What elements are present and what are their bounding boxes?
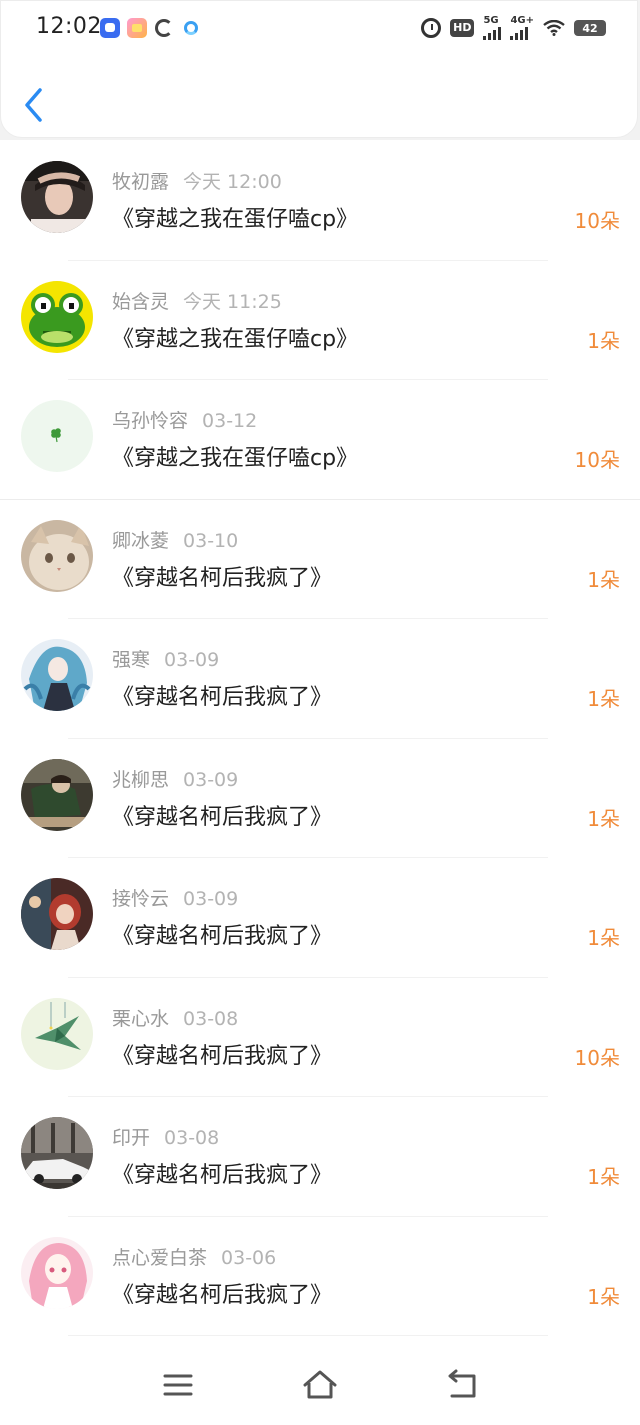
- signal-4g-icon: 4G+: [510, 16, 534, 40]
- book-title: 《穿越之我在蛋仔嗑cp》: [112, 207, 359, 232]
- record-date: 03-09: [183, 768, 239, 791]
- list-item[interactable]: 卿冰菱 03-10 《穿越名柯后我疯了》 1朵: [0, 500, 640, 619]
- user-avatar[interactable]: [21, 1117, 93, 1189]
- user-avatar[interactable]: [21, 997, 93, 1070]
- network-4g-label: 4G+: [510, 15, 534, 26]
- flower-amount: 1朵: [587, 1284, 620, 1309]
- flower-amount: 1朵: [587, 687, 620, 711]
- user-name: 强寒: [112, 649, 151, 671]
- book-title: 《穿越名柯后我疯了》: [112, 924, 333, 949]
- status-time: 12:02: [36, 14, 102, 39]
- book-title: 《穿越之我在蛋仔嗑cp》: [112, 446, 359, 471]
- status-bar: 12:02 HD 5G 4G+ 42: [0, 0, 640, 56]
- book-title: 《穿越名柯后我疯了》: [112, 1043, 333, 1069]
- flower-amount: 1朵: [587, 806, 620, 831]
- red-hair-avatar-icon: [21, 878, 93, 950]
- user-name: 卿冰菱: [112, 529, 170, 552]
- user-name: 乌孙怜容: [112, 410, 189, 432]
- record-date: 03-08: [164, 1127, 220, 1149]
- record-date: 03-09: [183, 888, 239, 910]
- flower-amount: 1朵: [587, 328, 620, 353]
- user-avatar[interactable]: [21, 639, 93, 711]
- cat-avatar-icon: [21, 519, 93, 592]
- book-title: 《穿越名柯后我疯了》: [112, 1163, 333, 1188]
- user-avatar[interactable]: [21, 1236, 93, 1309]
- record-date: 03-10: [183, 529, 239, 552]
- user-name: 印开: [112, 1127, 151, 1149]
- frog-avatar-icon: [21, 280, 93, 353]
- book-title: 《穿越之我在蛋仔嗑cp》: [112, 326, 359, 352]
- battery-icon: 42: [574, 20, 606, 36]
- pink-anime-avatar-icon: [21, 1236, 93, 1309]
- user-avatar[interactable]: [21, 878, 93, 950]
- record-date: 03-08: [183, 1007, 239, 1030]
- system-navigation-bar: [0, 1345, 640, 1425]
- list-item[interactable]: 印开 03-08 《穿越名柯后我疯了》 1朵: [0, 1097, 640, 1217]
- clover-avatar-icon: [21, 400, 93, 472]
- anime-girl-avatar-icon: [21, 639, 93, 711]
- list-item[interactable]: 强寒 03-09 《穿越名柯后我疯了》 1朵: [0, 619, 640, 739]
- menu-icon[interactable]: [158, 1367, 198, 1403]
- alarm-icon: [421, 18, 442, 38]
- return-icon[interactable]: [442, 1367, 482, 1403]
- user-avatar[interactable]: [21, 280, 93, 353]
- user-avatar[interactable]: [21, 161, 93, 233]
- hd-icon: HD: [450, 19, 475, 37]
- list-item[interactable]: 点心爱白茶 03-06 《穿越名柯后我疯了》 1朵: [0, 1217, 640, 1336]
- book-title: 《穿越名柯后我疯了》: [112, 804, 333, 830]
- wifi-icon: [543, 20, 565, 36]
- flower-amount: 1朵: [587, 1165, 620, 1189]
- book-title: 《穿越名柯后我疯了》: [112, 565, 333, 591]
- user-name: 始含灵: [112, 290, 170, 313]
- user-name: 兆柳思: [112, 768, 170, 791]
- user-name: 栗心水: [112, 1007, 170, 1030]
- flower-amount: 10朵: [574, 209, 620, 233]
- user-name: 点心爱白茶: [112, 1246, 208, 1269]
- user-avatar[interactable]: [21, 519, 93, 592]
- book-title: 《穿越名柯后我疯了》: [112, 1282, 333, 1308]
- user-avatar[interactable]: [21, 758, 93, 831]
- signal-5g-icon: 5G: [483, 15, 502, 40]
- car-avatar-icon: [21, 1117, 93, 1189]
- list-item[interactable]: 兆柳思 03-09 《穿越名柯后我疯了》 1朵: [0, 739, 640, 858]
- list-item[interactable]: 乌孙怜容 03-12 《穿越之我在蛋仔嗑cp》 10朵: [0, 380, 640, 500]
- flower-amount: 10朵: [574, 448, 620, 472]
- divider: [68, 1335, 548, 1336]
- user-name: 牧初露: [112, 171, 170, 193]
- video-app-icon: [127, 18, 147, 38]
- home-icon[interactable]: [300, 1367, 340, 1403]
- record-date: 03-06: [221, 1246, 277, 1269]
- list-item[interactable]: 牧初露 今天 12:00 《穿越之我在蛋仔嗑cp》 10朵: [0, 141, 640, 261]
- flower-amount: 10朵: [574, 1045, 620, 1070]
- qq-app-icon: [100, 18, 120, 38]
- list-item[interactable]: 始含灵 今天 11:25 《穿越之我在蛋仔嗑cp》 1朵: [0, 261, 640, 380]
- status-indicators: HD 5G 4G+ 42: [421, 16, 606, 40]
- gift-record-list: 牧初露 今天 12:00 《穿越之我在蛋仔嗑cp》 10朵 始含灵 今天 11:25: [0, 141, 640, 1336]
- record-date: 今天 11:25: [183, 290, 282, 313]
- pinwheel-app-icon: [154, 18, 174, 38]
- back-button[interactable]: [22, 86, 52, 124]
- record-date: 今天 12:00: [183, 171, 282, 193]
- list-item[interactable]: 接怜云 03-09 《穿越名柯后我疯了》 1朵: [0, 858, 640, 978]
- anime-soldier-avatar-icon: [21, 758, 93, 831]
- flower-amount: 1朵: [587, 926, 620, 950]
- record-date: 03-12: [202, 410, 258, 432]
- girl-portrait-avatar-icon: [21, 161, 93, 233]
- network-5g-label: 5G: [483, 15, 499, 26]
- book-title: 《穿越名柯后我疯了》: [112, 685, 333, 710]
- paper-crane-avatar-icon: [21, 997, 93, 1070]
- user-avatar[interactable]: [21, 400, 93, 472]
- browser-app-icon: [181, 18, 201, 38]
- flower-amount: 1朵: [587, 567, 620, 592]
- user-name: 接怜云: [112, 888, 170, 910]
- list-item[interactable]: 栗心水 03-08 《穿越名柯后我疯了》 10朵: [0, 978, 640, 1097]
- record-date: 03-09: [164, 649, 220, 671]
